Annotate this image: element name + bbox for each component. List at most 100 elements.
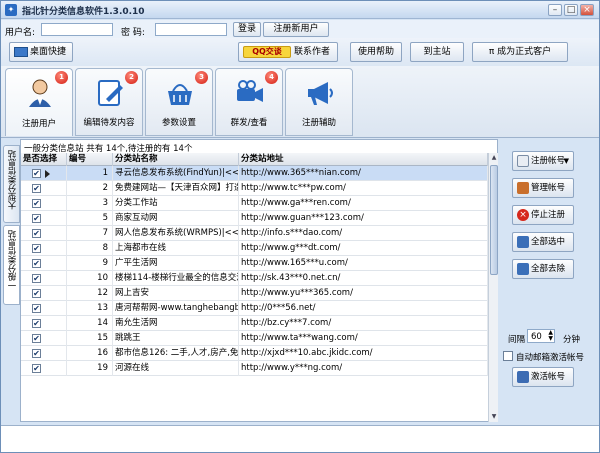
table-row[interactable]: ✔ 14 南允生活网 http://bz.cy***7.com/ — [21, 316, 488, 331]
tab-badge: 2 — [125, 71, 138, 84]
contact-author-button[interactable]: QQ交谈 联系作者 — [238, 42, 338, 62]
table-header: 是否选择 编号 分类站名称 分类站地址 — [21, 153, 488, 166]
column-header[interactable]: 是否选择 — [21, 153, 67, 166]
row-number: 1 — [67, 166, 113, 181]
checkbox-cell: ✔ — [21, 301, 67, 316]
checkbox-cell: ✔ — [21, 181, 67, 196]
site-url: http://www.365***nian.com/ — [239, 166, 488, 181]
tab-settings[interactable]: 3 参数设置 — [145, 68, 213, 136]
interval-spinner[interactable]: 60 ▲ ▼ — [527, 329, 555, 343]
scroll-up-icon[interactable]: ▲ — [489, 153, 499, 163]
column-header[interactable]: 分类站名称 — [113, 153, 239, 166]
register-account-button[interactable]: 注册帐号 ▼ — [512, 151, 574, 171]
maximize-button[interactable]: □ — [564, 4, 578, 16]
tab-register-assist[interactable]: 注册辅助 — [285, 68, 353, 136]
document-icon — [517, 155, 529, 167]
desktop-shortcut-button[interactable]: 桌面快捷 — [9, 42, 73, 62]
column-header[interactable]: 编号 — [67, 153, 113, 166]
site-name: 寻云信息发布系统(FindYun)|<<最专 — [113, 166, 239, 181]
site-url: http://www.tc***pw.com/ — [239, 181, 488, 196]
action-sidebar: 注册帐号 ▼ 管理帐号 × 停止注册 全部选中 全部去除 间隔 60 ▲ ▼ 分… — [499, 139, 599, 424]
tab-label: 参数设置 — [161, 118, 196, 128]
table-row[interactable]: ✔ 15 跳跳王 http://www.ta***wang.com/ — [21, 331, 488, 346]
row-checkbox[interactable]: ✔ — [32, 229, 41, 238]
row-number: 12 — [67, 286, 113, 301]
row-checkbox[interactable]: ✔ — [32, 274, 41, 283]
interval-value: 60 — [531, 332, 542, 342]
minimize-button[interactable]: – — [548, 4, 562, 16]
table-row[interactable]: ✔ 2 免费建网站—【天津百众网】打造 http://www.tc***pw.com/ — [21, 181, 488, 196]
table-row[interactable]: ✔ 7网人信息发布系统(WRMPS)|<<最专http://info.s***da… — [21, 226, 488, 241]
tab-register-user[interactable]: 1 注册用户 — [5, 68, 73, 136]
site-url: http://www.ta***wang.com/ — [239, 331, 488, 346]
table-row[interactable]: ✔ 12 网上吉安 http://www.yu***365.com/ — [21, 286, 488, 301]
tab-broadcast[interactable]: 4 群发/查看 — [215, 68, 283, 136]
row-checkbox[interactable]: ✔ — [32, 319, 41, 328]
stop-register-button[interactable]: × 停止注册 — [512, 205, 574, 225]
row-number: 19 — [67, 361, 113, 376]
row-checkbox[interactable]: ✔ — [32, 349, 41, 358]
table-row[interactable]: ✔ 10 楼梯114-楼梯行业最全的信息交流 http://sk.43***0.net… — [21, 271, 488, 286]
column-header[interactable]: 分类站地址 — [239, 153, 488, 166]
spinner-arrows-icon[interactable]: ▲ ▼ — [548, 330, 553, 342]
window-title: 指北针分类信息软件1.3.0.10 — [22, 7, 145, 17]
register-new-user-button[interactable]: 注册新用户 — [263, 22, 329, 37]
row-checkbox[interactable]: ✔ — [32, 304, 41, 313]
table-row[interactable]: ✔ 8 上海都市在线 http://www.g***dt.com/ — [21, 241, 488, 256]
table-row[interactable]: ✔ 5 商家互动网 http://www.guan***123.com/ — [21, 211, 488, 226]
table-row[interactable]: ✔ 19 河源在线 http://www.y***ng.com/ — [21, 361, 488, 376]
tab-label: 群发/查看 — [230, 118, 268, 128]
vertical-scrollbar[interactable]: ▲ ▼ — [488, 153, 498, 422]
site-name: 广平生活网 — [113, 256, 239, 271]
password-input[interactable] — [155, 23, 227, 36]
site-url: http://www.yu***365.com/ — [239, 286, 488, 301]
activate-account-button[interactable]: 激活帐号 — [512, 367, 574, 387]
site-name: 南允生活网 — [113, 316, 239, 331]
row-checkbox[interactable]: ✔ — [32, 169, 41, 178]
table-row[interactable]: ✔ 16 都市信息126: 二手,人才,房产,免费 http://xjxd***10.… — [21, 346, 488, 361]
table-row[interactable]: ✔ 1寻云信息发布系统(FindYun)|<<最专http://www.365**… — [21, 166, 488, 181]
upgrade-button[interactable]: π 成为正式客户 — [472, 42, 568, 62]
checkbox-cell: ✔ — [21, 211, 67, 226]
side-tab-general-sites[interactable]: 一般分类信息站 — [3, 225, 20, 305]
activate-account-label: 激活帐号 — [531, 372, 566, 382]
close-button[interactable]: × — [580, 4, 594, 16]
register-account-label: 注册帐号 — [531, 156, 566, 166]
username-input[interactable] — [41, 23, 113, 36]
row-number: 10 — [67, 271, 113, 286]
row-checkbox[interactable]: ✔ — [32, 334, 41, 343]
main-tab-bar: 1 注册用户 2 编辑待发内容 3 参数设置 4 群发/查看 注册辅助 — [1, 66, 599, 138]
row-number: 5 — [67, 211, 113, 226]
row-checkbox[interactable]: ✔ — [32, 199, 41, 208]
help-button[interactable]: 使用帮助 — [350, 42, 402, 62]
auto-activate-checkbox[interactable] — [503, 351, 513, 361]
app-icon: ✦ — [5, 4, 17, 16]
to-site-button[interactable]: 到主站 — [410, 42, 464, 62]
row-number: 16 — [67, 346, 113, 361]
table-row[interactable]: ✔ 9 广平生活网 http://www.165***u.com/ — [21, 256, 488, 271]
row-checkbox[interactable]: ✔ — [32, 364, 41, 373]
site-name: 免费建网站—【天津百众网】打造 — [113, 181, 239, 196]
table-row[interactable]: ✔ 3 分类工作站 http://www.ga***ren.com/ — [21, 196, 488, 211]
row-checkbox[interactable]: ✔ — [32, 214, 41, 223]
row-number: 3 — [67, 196, 113, 211]
table-row[interactable]: ✔ 13唐河帮帮网-www.tanghebangbanghttp://0***56… — [21, 301, 488, 316]
site-name: 唐河帮帮网-www.tanghebangbang — [113, 301, 239, 316]
login-bar: 用户名: 密 码: 登录 注册新用户 — [1, 20, 599, 38]
row-checkbox[interactable]: ✔ — [32, 184, 41, 193]
site-name: 分类工作站 — [113, 196, 239, 211]
row-checkbox[interactable]: ✔ — [32, 259, 41, 268]
row-number: 15 — [67, 331, 113, 346]
select-all-button[interactable]: 全部选中 — [512, 232, 574, 252]
site-url: http://info.s***dao.com/ — [239, 226, 488, 241]
deselect-all-button[interactable]: 全部去除 — [512, 259, 574, 279]
manage-account-button[interactable]: 管理帐号 — [512, 178, 574, 198]
scroll-down-icon[interactable]: ▼ — [489, 412, 499, 422]
login-button[interactable]: 登录 — [233, 22, 261, 37]
row-checkbox[interactable]: ✔ — [32, 289, 41, 298]
tab-edit-content[interactable]: 2 编辑待发内容 — [75, 68, 143, 136]
scroll-thumb[interactable] — [490, 165, 498, 275]
row-checkbox[interactable]: ✔ — [32, 244, 41, 253]
checkbox-cell: ✔ — [21, 346, 67, 361]
side-tab-large-sites[interactable]: 大型分类信息站 — [3, 145, 20, 223]
